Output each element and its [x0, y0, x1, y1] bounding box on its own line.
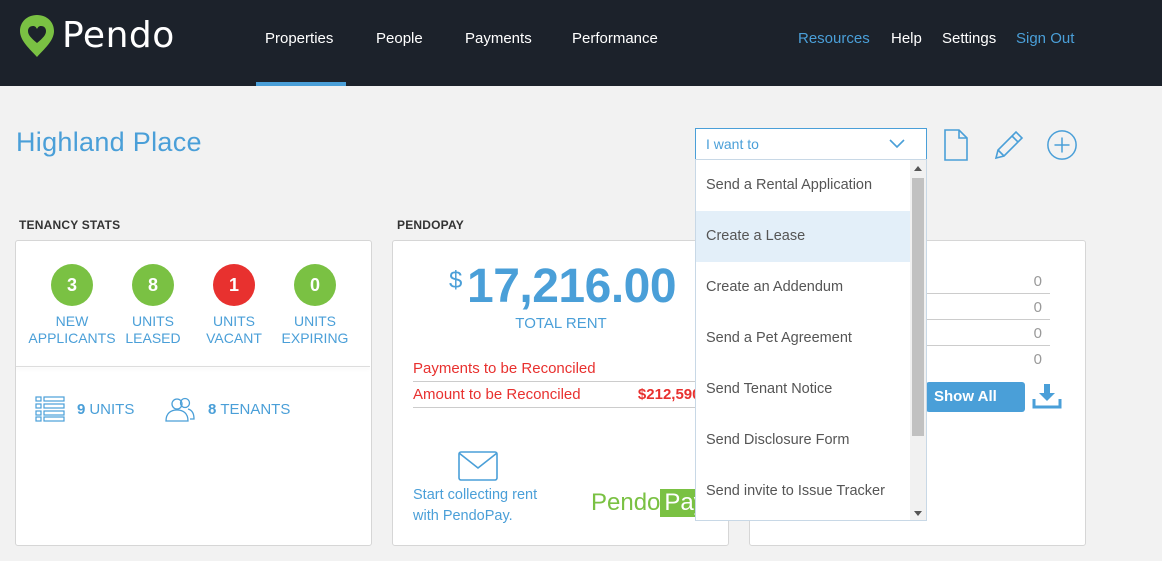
list-icon: [35, 396, 65, 422]
tenancy-stats-label: TENANCY STATS: [19, 218, 121, 232]
envelope-icon: [458, 451, 498, 481]
stat-units-vacant[interactable]: 1 UNITS VACANT: [189, 264, 279, 347]
i-want-to-dropdown: Send a Rental Application Create a Lease…: [695, 159, 927, 521]
logo-text: Pendo: [62, 15, 175, 56]
pencil-icon[interactable]: [992, 128, 1024, 162]
pendo-heart-pin-icon: [20, 15, 54, 57]
nav-sign-out[interactable]: Sign Out: [1016, 30, 1074, 48]
stat-count-badge: 1: [213, 264, 255, 306]
stat-label-line: LEASED: [125, 330, 181, 346]
i-want-to-select[interactable]: I want to: [695, 128, 927, 160]
right-card-value: 0: [1033, 273, 1042, 290]
stat-label-line: APPLICANTS: [28, 330, 116, 346]
stat-label-line: UNITS: [294, 313, 336, 329]
pendopay-logo: Pendo Pay: [591, 489, 710, 517]
stat-label-line: EXPIRING: [281, 330, 349, 346]
total-rent-label: TOTAL RENT: [515, 315, 607, 332]
stat-count-badge: 8: [132, 264, 174, 306]
nav-help[interactable]: Help: [891, 30, 922, 48]
people-icon: [165, 397, 195, 422]
stat-label-line: NEW: [55, 313, 89, 329]
option-create-addendum[interactable]: Create an Addendum: [696, 262, 910, 313]
nav-settings[interactable]: Settings: [942, 30, 996, 48]
stat-new-applicants[interactable]: 3 NEW APPLICANTS: [27, 264, 117, 347]
option-send-disclosure-form[interactable]: Send Disclosure Form: [696, 415, 910, 466]
stat-label-line: UNITS: [213, 313, 255, 329]
stat-label-line: VACANT: [206, 330, 262, 346]
option-create-lease[interactable]: Create a Lease: [696, 211, 910, 262]
right-card-value: 0: [1033, 351, 1042, 368]
download-icon[interactable]: [1032, 382, 1062, 410]
option-send-invite-issue-tracker[interactable]: Send invite to Issue Tracker: [696, 466, 910, 517]
chevron-down-icon: [889, 139, 905, 149]
scroll-down-icon[interactable]: [914, 511, 922, 516]
pendopay-promo-link[interactable]: Start collecting rent with PendoPay.: [413, 485, 537, 527]
stat-units-leased[interactable]: 8 UNITS LEASED: [108, 264, 198, 347]
tenants-count: 8: [208, 400, 217, 418]
i-want-to-label: I want to: [706, 136, 759, 152]
tenancy-stats-card: 3 NEW APPLICANTS 8 UNITS LEASED 1 UNITS VAC…: [15, 240, 372, 546]
tenants-label: TENANTS: [220, 400, 291, 418]
show-all-button[interactable]: Show All: [926, 382, 1025, 412]
pendopay-card: $ 17,216.00 TOTAL RENT Payments to be Re…: [392, 240, 729, 546]
stats-divider: [16, 366, 370, 367]
option-send-tenant-notice[interactable]: Send Tenant Notice: [696, 364, 910, 415]
active-nav-indicator: [256, 82, 346, 86]
total-rent-value: 17,216.00: [467, 260, 677, 313]
stat-count-badge: 3: [51, 264, 93, 306]
top-navbar: Pendo Properties People Payments Perform…: [0, 0, 1162, 86]
promo-line: Start collecting rent: [413, 487, 538, 503]
tenants-link[interactable]: 8 TENANTS: [164, 396, 290, 422]
nav-performance[interactable]: Performance: [572, 30, 658, 48]
promo-line: with PendoPay.: [413, 508, 513, 524]
nav-people[interactable]: People: [376, 30, 423, 48]
scroll-thumb[interactable]: [912, 178, 924, 436]
nav-resources[interactable]: Resources: [798, 30, 870, 48]
nav-properties[interactable]: Properties: [265, 30, 333, 48]
dropdown-scrollbar[interactable]: [910, 160, 926, 520]
stat-units-expiring[interactable]: 0 UNITS EXPIRING: [270, 264, 360, 347]
currency-symbol: $: [449, 267, 463, 294]
document-icon[interactable]: [940, 128, 972, 162]
units-link[interactable]: 9 UNITS: [35, 396, 134, 422]
amount-to-reconcile-row[interactable]: Amount to be Reconciled $212,590.5: [413, 382, 713, 408]
pendopay-label: PENDOPAY: [397, 218, 464, 232]
pendo-logo[interactable]: Pendo: [18, 13, 175, 59]
right-card-value: 0: [1033, 299, 1042, 316]
scroll-up-icon[interactable]: [914, 166, 922, 171]
units-label: UNITS: [89, 400, 135, 418]
plus-circle-icon[interactable]: [1046, 128, 1078, 162]
recon-label: Amount to be Reconciled: [413, 386, 581, 403]
option-send-pet-agreement[interactable]: Send a Pet Agreement: [696, 313, 910, 364]
right-card-value: 0: [1033, 325, 1042, 342]
recon-label: Payments to be Reconciled: [413, 360, 596, 377]
option-send-rental-application[interactable]: Send a Rental Application: [696, 160, 910, 211]
pendopay-logo-pendo: Pendo: [591, 489, 661, 516]
units-count: 9: [77, 400, 86, 418]
payments-to-reconcile-row[interactable]: Payments to be Reconciled 9: [413, 356, 713, 382]
nav-payments[interactable]: Payments: [465, 30, 532, 48]
stat-count-badge: 0: [294, 264, 336, 306]
page-title: Highland Place: [16, 127, 202, 157]
stat-label-line: UNITS: [132, 313, 174, 329]
